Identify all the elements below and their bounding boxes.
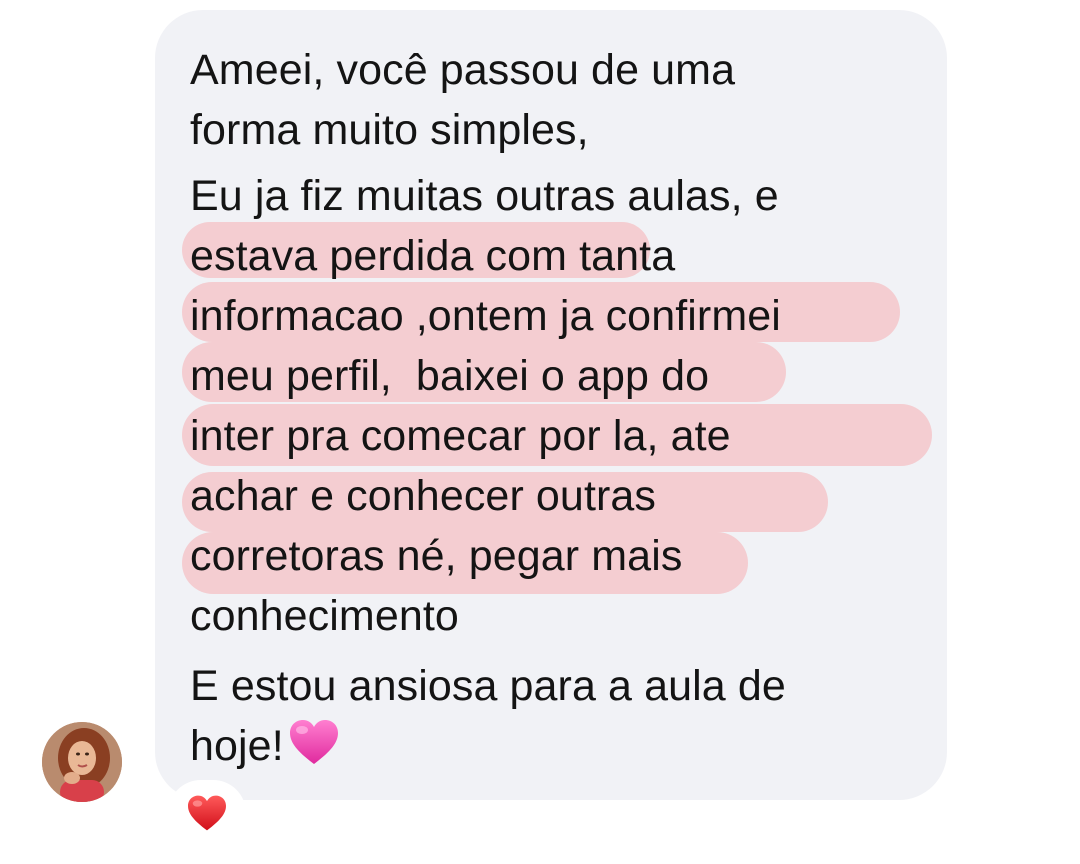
profile-photo-icon [42, 722, 122, 802]
message-line: informacao ,ontem ja confirmei [190, 292, 781, 340]
message-line: estava perdida com tanta [190, 232, 676, 280]
reaction-badge[interactable] [168, 780, 246, 846]
red-heart-emoji-icon [188, 795, 226, 831]
chat-screen: Ameei, você passou de uma forma muito si… [0, 0, 1080, 864]
sender-avatar[interactable] [42, 722, 122, 802]
message-line: corretoras né, pegar mais [190, 532, 683, 580]
message-line: conhecimento [190, 592, 459, 640]
message-line: Eu ja fiz muitas outras aulas, e [190, 172, 779, 220]
message-line: E estou ansiosa para a aula de [190, 662, 786, 710]
message-line: inter pra comecar por la, ate [190, 412, 731, 460]
message-line-last: hoje! [190, 716, 340, 776]
pink-heart-emoji-icon [289, 720, 338, 764]
message-line: forma muito simples, [190, 106, 589, 154]
message-line: achar e conhecer outras [190, 472, 657, 520]
message-line: Ameei, você passou de uma [190, 46, 736, 94]
message-line: hoje! [190, 722, 284, 770]
message-line: meu perfil, baixei o app do [190, 352, 710, 400]
